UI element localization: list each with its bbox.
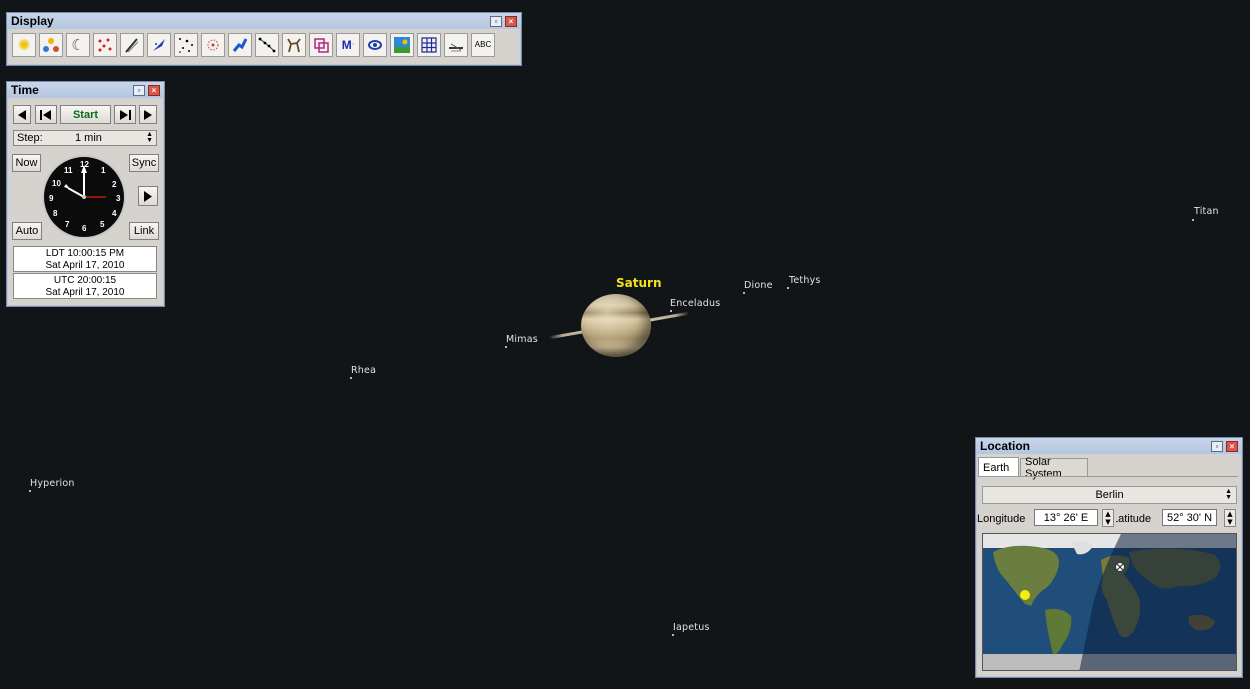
stars-icon[interactable]: [174, 33, 198, 57]
tab-divider: [978, 476, 1238, 477]
location-titlebar[interactable]: Location ▫ ×: [976, 438, 1242, 454]
star-cluster-icon[interactable]: [201, 33, 225, 57]
play-left-icon: [18, 109, 26, 120]
moon-icon[interactable]: ☾: [66, 33, 90, 57]
latitude-spinner[interactable]: ▲ ▼: [1224, 509, 1236, 527]
galaxy-icon[interactable]: [363, 33, 387, 57]
display-window: Display ▫ × ✺ ☾ M · ABC: [6, 12, 522, 66]
saturn-label[interactable]: Saturn: [616, 276, 661, 290]
mimas-dot[interactable]: [505, 346, 507, 348]
comets-icon[interactable]: [120, 33, 144, 57]
hyperion-dot[interactable]: [29, 490, 31, 492]
time-titlebar[interactable]: Time ▫ ×: [7, 82, 164, 98]
play-right-icon: [144, 109, 152, 120]
start-button[interactable]: Start: [60, 105, 111, 124]
planets-icon[interactable]: [39, 33, 63, 57]
step-right-icon: [120, 109, 131, 120]
spinner-icon[interactable]: ▲ ▼: [146, 131, 153, 144]
iapetus-dot[interactable]: [672, 634, 674, 636]
constellation-boundaries-icon[interactable]: [309, 33, 333, 57]
landscape-icon[interactable]: [390, 33, 414, 57]
city-select[interactable]: Berlin ▲ ▼: [982, 486, 1237, 504]
tab-solar-system[interactable]: Solar System: [1020, 456, 1088, 480]
utc-time-display: UTC 20:00:15 Sat April 17, 2010: [13, 273, 157, 299]
asteroids-icon[interactable]: [93, 33, 117, 57]
labels-glyph: ABC: [474, 40, 492, 49]
close-icon[interactable]: ×: [1226, 440, 1238, 452]
world-map-icon: [983, 534, 1236, 670]
tethys-dot[interactable]: [787, 287, 789, 289]
restore-icon[interactable]: ▫: [1211, 440, 1223, 452]
spacecraft-icon[interactable]: [147, 33, 171, 57]
longitude-label: Longitude: [977, 513, 1026, 525]
utc-time: UTC 20:00:15: [53, 275, 117, 286]
time-window: Time ▫ × Start Step: 1 min ▲ ▼ Now Sync A…: [6, 81, 165, 307]
step-left-icon: [40, 109, 51, 120]
local-time: LDT 10:00:15 PM: [45, 248, 125, 259]
step-back-fast-button[interactable]: [13, 105, 31, 124]
local-date: Sat April 17, 2010: [45, 260, 125, 271]
utc-date: Sat April 17, 2010: [45, 287, 125, 298]
latitude-label-clip: Latitude: [1116, 509, 1161, 527]
close-icon[interactable]: ×: [505, 15, 517, 27]
longitude-spinner[interactable]: ▲ ▼: [1102, 509, 1114, 527]
step-label: Step:: [17, 132, 43, 144]
step-value: 1 min: [75, 132, 102, 144]
analog-clock[interactable]: 12 1 2 3 4 5 6 7 8 9 10 11: [42, 155, 126, 239]
latitude-label: Latitude: [1116, 513, 1152, 525]
messier-icon[interactable]: M ·: [336, 33, 360, 57]
step-forward-fast-button[interactable]: [139, 105, 157, 124]
titan-label[interactable]: Titan: [1194, 206, 1219, 217]
longitude-field[interactable]: 13° 26' E: [1034, 509, 1098, 526]
restore-icon[interactable]: ▫: [490, 15, 502, 27]
spinner-icon: ▲ ▼: [1225, 488, 1232, 501]
tab-earth[interactable]: Earth: [978, 457, 1019, 477]
link-button[interactable]: Link: [129, 222, 159, 240]
constellation-lines-icon[interactable]: [255, 33, 279, 57]
hyperion-label[interactable]: Hyperion: [30, 478, 75, 489]
location-window: Location ▫ × Earth Solar System Berlin ▲…: [975, 437, 1243, 678]
mimas-label[interactable]: Mimas: [506, 334, 538, 345]
dione-dot[interactable]: [743, 292, 745, 294]
latitude-field[interactable]: 52° 30' N: [1162, 509, 1217, 526]
titan-dot[interactable]: [1192, 219, 1194, 221]
play-right-icon: [144, 190, 152, 202]
enceladus-dot[interactable]: [670, 310, 672, 312]
iapetus-label[interactable]: Iapetus: [673, 622, 710, 633]
tethys-label[interactable]: Tethys: [789, 275, 821, 286]
auto-button[interactable]: Auto: [12, 222, 42, 240]
display-titlebar[interactable]: Display ▫ ×: [7, 13, 521, 29]
step-back-button[interactable]: [35, 105, 57, 124]
rhea-dot[interactable]: [350, 377, 352, 379]
labels-icon[interactable]: ABC: [471, 33, 495, 57]
constellation-figures-icon[interactable]: [228, 33, 252, 57]
city-value: Berlin: [1095, 489, 1124, 501]
now-button[interactable]: Now: [12, 154, 41, 172]
location-title: Location: [980, 439, 1030, 453]
clock-hands-icon: [64, 165, 106, 199]
dione-label[interactable]: Dione: [744, 280, 773, 291]
restore-icon[interactable]: ▫: [133, 84, 145, 96]
horizon-icon[interactable]: [444, 33, 468, 57]
clock-advance-button[interactable]: [138, 186, 158, 206]
saturn-planet[interactable]: [581, 294, 651, 357]
step-select[interactable]: Step: 1 min ▲ ▼: [13, 130, 157, 146]
display-title: Display: [11, 14, 54, 28]
close-icon[interactable]: ×: [148, 84, 160, 96]
grid-icon[interactable]: [417, 33, 441, 57]
step-forward-button[interactable]: [114, 105, 136, 124]
rhea-label[interactable]: Rhea: [351, 365, 376, 376]
sun-icon[interactable]: ✺: [12, 33, 36, 57]
enceladus-label[interactable]: Enceladus: [670, 298, 720, 309]
constellation-art-icon[interactable]: [282, 33, 306, 57]
sync-button[interactable]: Sync: [129, 154, 159, 172]
display-toolbar: ✺ ☾ M · ABC: [7, 29, 521, 61]
time-title: Time: [11, 83, 39, 97]
earth-map[interactable]: [982, 533, 1237, 671]
local-time-display: LDT 10:00:15 PM Sat April 17, 2010: [13, 246, 157, 272]
